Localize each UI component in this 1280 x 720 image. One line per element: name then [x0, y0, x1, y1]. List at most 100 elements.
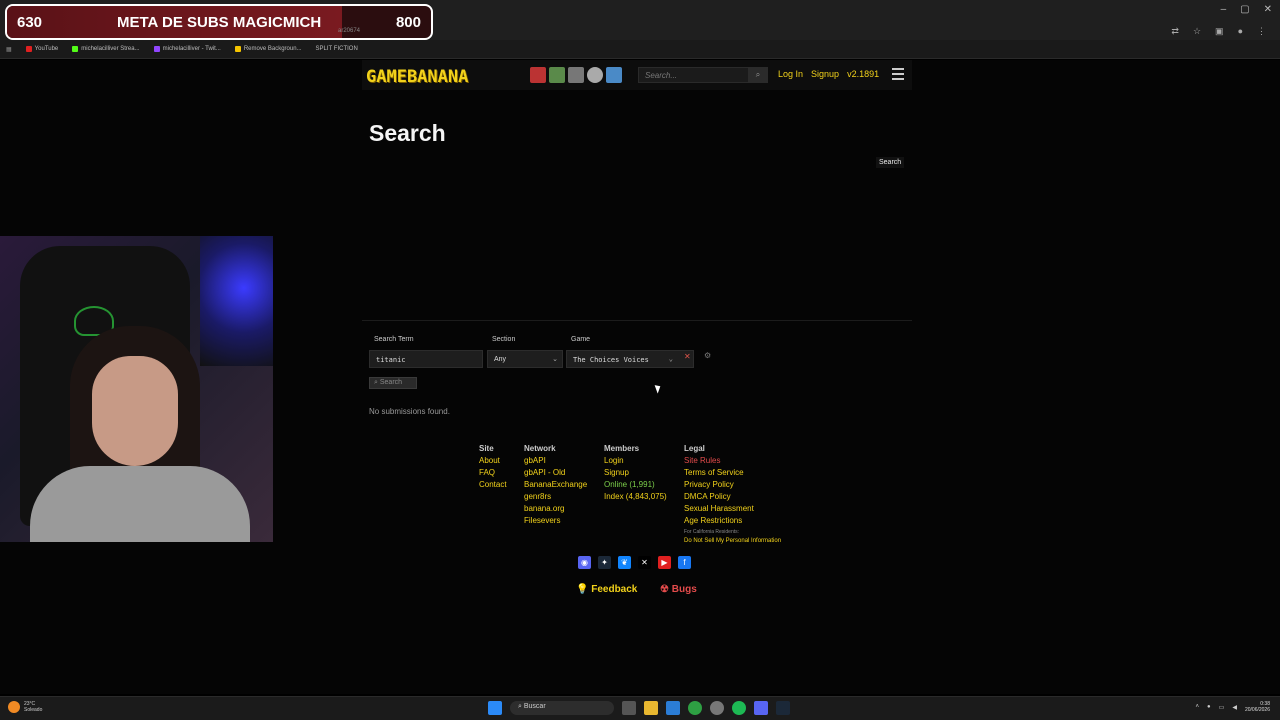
- gamebanana-logo[interactable]: GAMEBANANA: [366, 67, 468, 87]
- footer-gbapi-old-link[interactable]: gbAPI - Old: [524, 467, 587, 479]
- footer-gbapi-link[interactable]: gbAPI: [524, 455, 587, 467]
- mic-icon[interactable]: ●: [1207, 704, 1211, 710]
- facebook-icon[interactable]: f: [678, 556, 691, 569]
- volume-icon[interactable]: ◀: [1232, 704, 1237, 711]
- discord-icon[interactable]: ◉: [578, 556, 591, 569]
- footer-online-link[interactable]: Online (1,991): [604, 479, 667, 491]
- mini-search-label[interactable]: Search: [876, 157, 905, 168]
- footer-contact-link[interactable]: Contact: [479, 479, 507, 491]
- search-term-input[interactable]: titanic: [369, 350, 483, 368]
- weather-desc: Soleado: [24, 707, 43, 713]
- task-view-icon[interactable]: [622, 701, 636, 715]
- subs-target: 800: [395, 13, 421, 31]
- chevron-up-icon[interactable]: ˄: [1196, 704, 1200, 710]
- settings-gear-icon[interactable]: ⚙: [704, 351, 711, 360]
- discord-taskbar-icon[interactable]: [754, 701, 768, 715]
- screen: { "overlay": { "current": "630", "goal_t…: [0, 0, 1280, 720]
- network-icon[interactable]: ▭: [1219, 704, 1225, 711]
- section-select-value: Any: [494, 356, 507, 363]
- footer-banana-org-link[interactable]: banana.org: [524, 503, 587, 515]
- chrome-icon[interactable]: [688, 701, 702, 715]
- steam-taskbar-icon[interactable]: [776, 701, 790, 715]
- clock[interactable]: 0:38 20/06/2026: [1245, 701, 1270, 713]
- windows-start-icon[interactable]: [488, 701, 502, 715]
- signup-link[interactable]: Signup: [811, 69, 839, 79]
- bookmark-kick[interactable]: michelacilliver Strea...: [72, 46, 140, 52]
- address-fragment: ar20674: [338, 28, 361, 34]
- feedback-button[interactable]: 💡 Feedback: [576, 584, 637, 595]
- maximize-button[interactable]: ▢: [1240, 4, 1249, 15]
- bookmarks-bar: ▦ YouTube michelacilliver Strea... miche…: [0, 40, 1280, 59]
- do-not-sell-link[interactable]: Do Not Sell My Personal Information: [684, 538, 781, 544]
- footer-harassment-link[interactable]: Sexual Harassment: [684, 503, 754, 515]
- version-link[interactable]: v2.1891: [847, 69, 879, 79]
- bookmark-split-fiction[interactable]: SPLIT FICTION: [316, 46, 358, 52]
- mail-icon[interactable]: [666, 701, 680, 715]
- steam-icon[interactable]: ✦: [598, 556, 611, 569]
- youtube-icon[interactable]: ▶: [658, 556, 671, 569]
- footer-faq-link[interactable]: FAQ: [479, 467, 507, 479]
- bookmark-remove-bg[interactable]: Remove Backgroun...: [234, 46, 302, 52]
- bookmark-youtube[interactable]: YouTube: [25, 46, 58, 52]
- menu-dots-icon[interactable]: ⋮: [1257, 26, 1266, 37]
- footer-age-link[interactable]: Age Restrictions: [684, 515, 754, 527]
- login-link[interactable]: Log In: [778, 69, 803, 79]
- subs-goal-text: META DE SUBS MAGICMICH: [117, 13, 322, 31]
- translate-icon[interactable]: ⇄: [1171, 26, 1179, 37]
- search-term-label: Search Term: [374, 336, 414, 343]
- footer-site-rules-link[interactable]: Site Rules: [684, 455, 754, 467]
- webcam-light: [200, 236, 273, 366]
- sun-icon: [8, 701, 20, 713]
- close-window-button[interactable]: ✕: [1264, 4, 1272, 15]
- taskbar-search[interactable]: ⌕ Buscar: [510, 701, 614, 715]
- footer-signup-link[interactable]: Signup: [604, 467, 667, 479]
- footer-bananaexchange-link[interactable]: BananaExchange: [524, 479, 587, 491]
- extensions-icon[interactable]: ▣: [1215, 26, 1224, 37]
- windows-taskbar: 23°C Soleado ⌕ Buscar ˄ ● ▭ ◀ 0:38 20/06/2…: [0, 696, 1280, 720]
- bookmark-star-icon[interactable]: ☆: [1193, 26, 1201, 37]
- lightbulb-icon: 💡: [576, 584, 589, 595]
- apps-grid-icon[interactable]: ▦: [6, 46, 12, 53]
- weather-widget[interactable]: 23°C Soleado: [8, 701, 42, 713]
- footer-tos-link[interactable]: Terms of Service: [684, 467, 754, 479]
- footer-privacy-link[interactable]: Privacy Policy: [684, 479, 754, 491]
- youtube-icon: [25, 46, 32, 52]
- bugs-button[interactable]: ☢ Bugs: [660, 584, 697, 595]
- webcam-person-shirt: [30, 466, 250, 542]
- games-icon[interactable]: [530, 67, 546, 83]
- footer-network-column: Network gbAPI gbAPI - Old BananaExchange…: [524, 443, 587, 527]
- wiki-icon[interactable]: [606, 67, 622, 83]
- settings-icon[interactable]: [710, 701, 724, 715]
- footer-fileservers-link[interactable]: Filesevers: [524, 515, 587, 527]
- footer-about-link[interactable]: About: [479, 455, 507, 467]
- footer-dmca-link[interactable]: DMCA Policy: [684, 491, 754, 503]
- profile-icon[interactable]: ●: [1238, 26, 1243, 37]
- webcam-overlay: [0, 236, 273, 542]
- chevron-down-icon: ⌄: [552, 356, 558, 363]
- system-tray: ˄ ● ▭ ◀ 0:38 20/06/2026: [1196, 701, 1270, 713]
- chevron-down-icon: ⌄: [668, 355, 673, 363]
- clear-game-icon[interactable]: ✕: [684, 352, 691, 361]
- spotify-icon[interactable]: [732, 701, 746, 715]
- footer-index-link[interactable]: Index (4,843,075): [604, 491, 667, 503]
- minimize-button[interactable]: –: [1221, 4, 1227, 15]
- hamburger-menu-icon[interactable]: [892, 68, 904, 80]
- twitch-icon: [153, 46, 160, 52]
- section-icons: [530, 67, 622, 83]
- section-select[interactable]: Any ⌄: [487, 350, 563, 368]
- bluesky-icon[interactable]: ❦: [618, 556, 631, 569]
- tools-icon[interactable]: [568, 67, 584, 83]
- game-select[interactable]: The Choices Voices ⌄: [566, 350, 694, 368]
- footer-login-link[interactable]: Login: [604, 455, 667, 467]
- gear-section-icon[interactable]: [587, 67, 603, 83]
- bookmark-twitch[interactable]: michelacilliver - Twit...: [153, 46, 221, 52]
- site-header: GAMEBANANA Search... ⌕ Log In Signup v2.…: [362, 60, 912, 90]
- search-submit-button[interactable]: ⌕ Search: [369, 377, 417, 389]
- footer-site-heading: Site: [479, 444, 494, 453]
- file-explorer-icon[interactable]: [644, 701, 658, 715]
- x-icon[interactable]: ✕: [638, 556, 651, 569]
- footer-legal-column: Legal Site Rules Terms of Service Privac…: [684, 443, 754, 527]
- header-search-button[interactable]: ⌕: [748, 67, 768, 83]
- mods-icon[interactable]: [549, 67, 565, 83]
- footer-genr8rs-link[interactable]: genr8rs: [524, 491, 587, 503]
